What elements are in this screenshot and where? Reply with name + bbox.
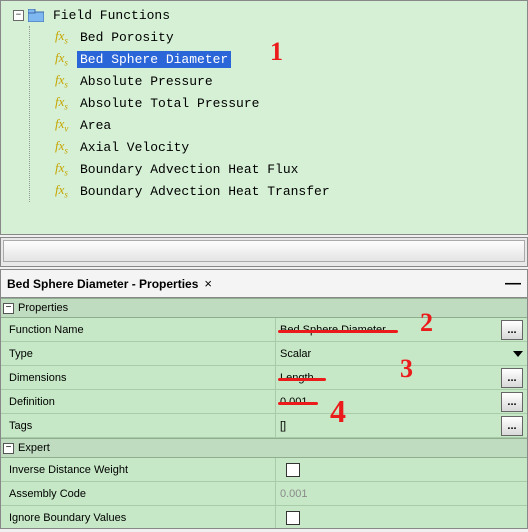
function-name-field[interactable]: Bed Sphere Diameter ... [276, 318, 527, 341]
tree-item[interactable]: fxs Axial Velocity [53, 136, 521, 158]
tree-root-label[interactable]: Field Functions [50, 7, 173, 24]
prop-function-name: Function Name Bed Sphere Diameter ... [1, 318, 527, 342]
tags-field[interactable]: [] ... [276, 414, 527, 437]
prop-inverse-distance-weight: Inverse Distance Weight [1, 458, 527, 482]
tree-item[interactable]: fxs Bed Porosity [53, 26, 521, 48]
idw-checkbox-cell[interactable] [276, 458, 527, 481]
prop-label: Assembly Code [1, 482, 276, 505]
type-dropdown[interactable]: Scalar [276, 342, 527, 365]
prop-label: Function Name [1, 318, 276, 341]
minimize-icon[interactable]: — [505, 275, 521, 293]
tree-item-label[interactable]: Area [77, 117, 114, 134]
prop-dimensions: Dimensions Length ... [1, 366, 527, 390]
tree-item-label[interactable]: Absolute Pressure [77, 73, 216, 90]
properties-grid: − Properties Function Name Bed Sphere Di… [1, 298, 527, 528]
prop-tags: Tags [] ... [1, 414, 527, 438]
ellipsis-button[interactable]: ... [501, 320, 523, 340]
simulation-tree-panel: − Field Functions fxs Bed Porosity fxs B… [0, 0, 528, 235]
tree-item[interactable]: fxs Boundary Advection Heat Transfer [53, 180, 521, 202]
prop-label: Dimensions [1, 366, 276, 389]
group-label: Expert [18, 442, 50, 454]
tree-item-label[interactable]: Boundary Advection Heat Transfer [77, 183, 333, 200]
tree-item[interactable]: fxs Absolute Total Pressure [53, 92, 521, 114]
fx-scalar-icon: fxs [55, 94, 77, 112]
prop-value-text: Scalar [280, 348, 311, 360]
tree-item-label[interactable]: Bed Sphere Diameter [77, 51, 231, 68]
properties-title: Bed Sphere Diameter - Properties [7, 277, 198, 291]
fx-vector-icon: fxv [55, 116, 77, 134]
fx-scalar-icon: fxs [55, 28, 77, 46]
definition-field[interactable]: 0.001 ... [276, 390, 527, 413]
prop-value-text: Bed Sphere Diameter [280, 324, 386, 336]
prop-label: Type [1, 342, 276, 365]
fx-scalar-icon: fxs [55, 50, 77, 68]
ellipsis-button[interactable]: ... [501, 416, 523, 436]
prop-label: Tags [1, 414, 276, 437]
tree-item[interactable]: fxs Absolute Pressure [53, 70, 521, 92]
fx-scalar-icon: fxs [55, 138, 77, 156]
properties-header: Bed Sphere Diameter - Properties × — [1, 270, 527, 298]
prop-label: Inverse Distance Weight [1, 458, 276, 481]
tree-item[interactable]: fxv Area [53, 114, 521, 136]
fx-scalar-icon: fxs [55, 160, 77, 178]
prop-label: Definition [1, 390, 276, 413]
assembly-code-field: 0.001 [276, 482, 527, 505]
tree-item[interactable]: fxs Boundary Advection Heat Flux [53, 158, 521, 180]
group-label: Properties [18, 302, 68, 314]
properties-panel: Bed Sphere Diameter - Properties × — − P… [0, 269, 528, 529]
ignore-checkbox-cell[interactable] [276, 506, 527, 528]
group-expert[interactable]: − Expert [1, 438, 527, 458]
checkbox[interactable] [286, 463, 300, 477]
prop-value-text: Length [280, 372, 314, 384]
chevron-down-icon[interactable] [513, 351, 523, 357]
prop-assembly-code: Assembly Code 0.001 [1, 482, 527, 506]
collapse-icon[interactable]: − [3, 443, 14, 454]
tree-item-label[interactable]: Bed Porosity [77, 29, 177, 46]
tree-root-field-functions[interactable]: − Field Functions [13, 4, 521, 26]
prop-label: Ignore Boundary Values [1, 506, 276, 528]
checkbox[interactable] [286, 511, 300, 525]
prop-type: Type Scalar [1, 342, 527, 366]
collapse-icon[interactable]: − [13, 10, 24, 21]
tree-item-selected[interactable]: fxs Bed Sphere Diameter [53, 48, 521, 70]
dimensions-field[interactable]: Length ... [276, 366, 527, 389]
ellipsis-button[interactable]: ... [501, 392, 523, 412]
tree-item-label[interactable]: Boundary Advection Heat Flux [77, 161, 301, 178]
prop-value-text: 0.001 [280, 396, 308, 408]
fx-scalar-icon: fxs [55, 72, 77, 90]
group-properties[interactable]: − Properties [1, 298, 527, 318]
prop-value-text: [] [280, 420, 286, 432]
panel-divider[interactable] [0, 237, 528, 267]
close-icon[interactable]: × [204, 276, 212, 291]
folder-icon [28, 9, 44, 22]
tree-item-label[interactable]: Axial Velocity [77, 139, 192, 156]
tree-item-label[interactable]: Absolute Total Pressure [77, 95, 262, 112]
prop-definition: Definition 0.001 ... [1, 390, 527, 414]
prop-ignore-boundary-values: Ignore Boundary Values [1, 506, 527, 528]
collapse-icon[interactable]: − [3, 303, 14, 314]
prop-value-text: 0.001 [280, 488, 308, 500]
ellipsis-button[interactable]: ... [501, 368, 523, 388]
fx-scalar-icon: fxs [55, 182, 77, 200]
